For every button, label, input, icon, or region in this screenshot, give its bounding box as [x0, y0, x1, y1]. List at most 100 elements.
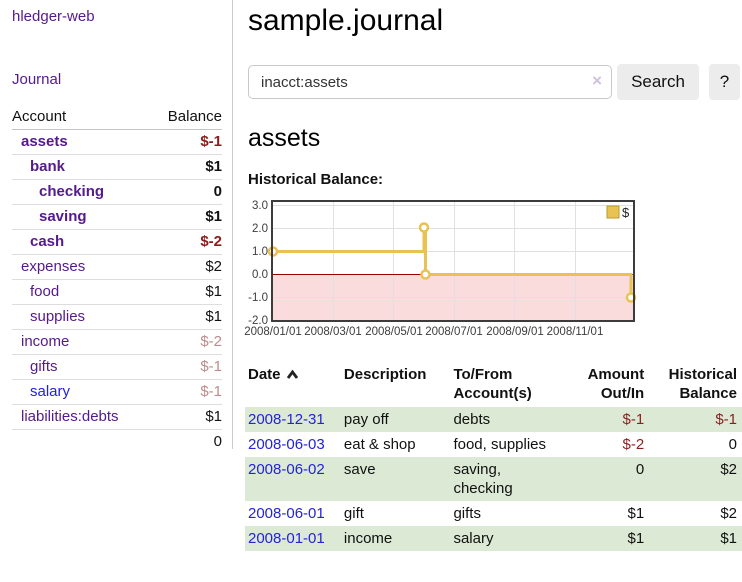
account-balance: $1: [151, 280, 222, 305]
account-row-checking: checking 0: [12, 180, 222, 205]
y-tick: -1.0: [248, 292, 268, 304]
account-balance: $-1: [151, 130, 222, 155]
account-row-food: food $1: [12, 280, 222, 305]
account-row-gifts: gifts $-1: [12, 355, 222, 380]
transaction-tofrom: debts: [453, 407, 579, 432]
account-balance: $-1: [151, 380, 222, 405]
table-row: 2008-06-03 eat & shop food, supplies $-2…: [245, 432, 742, 457]
main-content: sample.journal × Search ? assets Histori…: [233, 0, 742, 582]
accounts-header-row: Account Balance: [12, 105, 222, 130]
account-heading: assets: [248, 124, 742, 153]
account-link-salary[interactable]: salary: [12, 383, 70, 401]
page-title: sample.journal: [248, 4, 742, 38]
sidebar-item-journal[interactable]: Journal: [12, 71, 222, 88]
account-balance: 0: [151, 180, 222, 205]
transaction-amount: 0: [580, 457, 650, 501]
transaction-amount: $-1: [580, 407, 650, 432]
x-axis-labels: 2008/01/01 2008/03/01 2008/05/01 2008/07…: [245, 325, 645, 342]
account-row-expenses: expenses $2: [12, 255, 222, 280]
accounts-total-balance: 0: [151, 430, 222, 455]
transaction-amount: $1: [580, 526, 650, 551]
accounts-total-row: 0: [12, 430, 222, 455]
transaction-description: pay off: [344, 407, 454, 432]
transaction-date-link[interactable]: 2008-12-31: [248, 411, 325, 428]
header-tofrom: To/From Account(s): [453, 363, 579, 407]
account-link-checking[interactable]: checking: [12, 183, 104, 201]
header-date[interactable]: Date: [245, 363, 344, 407]
transaction-description: eat & shop: [344, 432, 454, 457]
transaction-tofrom: food, supplies: [453, 432, 579, 457]
accounts-header-balance: Balance: [151, 105, 222, 130]
y-tick: 3.0: [252, 200, 268, 212]
account-row-supplies: supplies $1: [12, 305, 222, 330]
transaction-date-link[interactable]: 2008-06-01: [248, 505, 325, 522]
app-title-link[interactable]: hledger-web: [12, 8, 222, 25]
legend-label: $: [622, 205, 630, 220]
transaction-description: save: [344, 457, 454, 501]
account-row-bank: bank $1: [12, 155, 222, 180]
register-header-row: Date Description To/From Account(s) Amou…: [245, 363, 742, 407]
transaction-amount: $1: [580, 501, 650, 526]
transaction-amount: $-2: [580, 432, 650, 457]
account-link-assets[interactable]: assets: [12, 133, 68, 151]
account-balance: $-2: [151, 230, 222, 255]
account-link-supplies[interactable]: supplies: [12, 308, 85, 326]
account-link-expenses[interactable]: expenses: [12, 258, 85, 276]
transaction-balance: $2: [649, 457, 742, 501]
transaction-date-link[interactable]: 2008-06-02: [248, 461, 325, 478]
y-axis-labels: 3.0 2.0 1.0 0.0 -1.0 -2.0: [248, 200, 268, 325]
y-tick: 1.0: [252, 246, 268, 258]
y-tick: 2.0: [252, 223, 268, 235]
account-row-assets: assets $-1: [12, 130, 222, 155]
account-link-income[interactable]: income: [12, 333, 69, 351]
account-link-cash[interactable]: cash: [12, 233, 64, 251]
header-date-label: Date: [248, 366, 281, 383]
search-button[interactable]: Search: [617, 64, 699, 100]
account-row-cash: cash $-2: [12, 230, 222, 255]
accounts-header-account: Account: [12, 105, 151, 130]
search-input[interactable]: [248, 65, 612, 99]
x-tick: 2008/11/01: [540, 326, 610, 338]
transaction-balance: $1: [649, 526, 742, 551]
account-balance: $1: [151, 405, 222, 430]
help-button[interactable]: ?: [709, 64, 740, 100]
header-description: Description: [344, 363, 454, 407]
account-balance: $1: [151, 155, 222, 180]
account-balance: $1: [151, 305, 222, 330]
transaction-description: income: [344, 526, 454, 551]
y-tick: -2.0: [248, 315, 268, 325]
table-row: 2008-01-01 income salary $1 $1: [245, 526, 742, 551]
table-row: 2008-12-31 pay off debts $-1 $-1: [245, 407, 742, 432]
account-balance: $1: [151, 205, 222, 230]
account-link-food[interactable]: food: [12, 283, 59, 301]
account-balance: $-2: [151, 330, 222, 355]
account-row-liabilities-debts: liabilities:debts $1: [12, 405, 222, 430]
account-link-saving[interactable]: saving: [12, 208, 87, 226]
sidebar: hledger-web Journal Account Balance asse…: [0, 0, 233, 449]
register-table: Date Description To/From Account(s) Amou…: [245, 363, 742, 551]
account-link-bank[interactable]: bank: [12, 158, 65, 176]
account-link-liabilities-debts[interactable]: liabilities:debts: [12, 408, 119, 426]
search-bar: × Search ?: [248, 64, 742, 100]
transaction-balance: $-1: [649, 407, 742, 432]
x-tick: 2008/07/01: [419, 326, 489, 338]
account-row-saving: saving $1: [12, 205, 222, 230]
table-row: 2008-06-01 gift gifts $1 $2: [245, 501, 742, 526]
y-tick: 0.0: [252, 269, 268, 281]
transaction-date-link[interactable]: 2008-06-03: [248, 436, 325, 453]
header-amount: Amount Out/In: [580, 363, 650, 407]
account-balance: $-1: [151, 355, 222, 380]
search-input-wrap: ×: [248, 65, 612, 99]
accounts-table: Account Balance assets $-1 bank $1 check…: [12, 105, 222, 454]
table-row: 2008-06-02 save saving, checking 0 $2: [245, 457, 742, 501]
clear-search-icon[interactable]: ×: [592, 71, 602, 91]
account-row-income: income $-2: [12, 330, 222, 355]
account-link-gifts[interactable]: gifts: [12, 358, 58, 376]
historical-balance-chart: $ 3.0 2.0 1.0 0.0 -1.0 -2.0 2008/01/01 2…: [245, 198, 645, 342]
x-tick: 2008/03/01: [298, 326, 368, 338]
transaction-tofrom: saving, checking: [453, 457, 579, 501]
sort-ascending-icon: [286, 369, 299, 380]
account-balance: $2: [151, 255, 222, 280]
transaction-balance: 0: [649, 432, 742, 457]
transaction-date-link[interactable]: 2008-01-01: [248, 530, 325, 547]
